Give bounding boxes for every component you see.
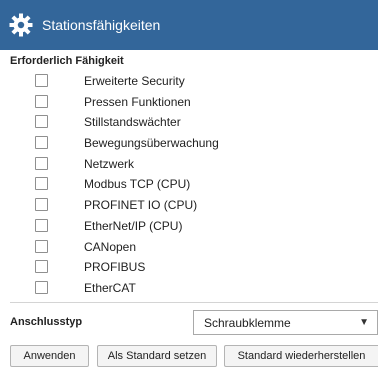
capability-row[interactable]: CANopen [0, 237, 378, 258]
gear-icon [9, 13, 33, 37]
capability-checkbox[interactable] [35, 198, 48, 212]
capability-label: EtherCAT [84, 280, 136, 295]
capability-row[interactable]: Pressen Funktionen [0, 92, 378, 113]
restore-default-button[interactable]: Standard wiederherstellen [224, 345, 378, 367]
terminal-type-value: Schraubklemme [204, 316, 291, 330]
capability-checkbox[interactable] [35, 136, 48, 150]
apply-button[interactable]: Anwenden [10, 345, 89, 367]
capability-checkbox[interactable] [35, 260, 48, 274]
set-default-button[interactable]: Als Standard setzen [97, 345, 217, 367]
dialog-title: Stationsfähigkeiten [42, 17, 161, 33]
triangle-down-icon: ▼ [359, 317, 369, 328]
capability-label: PROFINET IO (CPU) [84, 198, 198, 213]
capability-checkbox[interactable] [35, 156, 48, 170]
capability-label: Stillstandswächter [84, 115, 181, 130]
terminal-type-label: Anschlusstyp [10, 316, 83, 328]
capabilities-list: Erweiterte Security Pressen Funktionen Sti… [0, 71, 378, 299]
capability-row[interactable]: Stillstandswächter [0, 112, 378, 133]
dialog-header: Stationsfähigkeiten [0, 0, 378, 50]
capability-row[interactable]: EtherCAT [0, 278, 378, 299]
capability-row[interactable]: Netzwerk [0, 154, 378, 175]
divider [10, 302, 378, 303]
capability-checkbox[interactable] [35, 218, 48, 232]
capability-checkbox[interactable] [35, 94, 48, 108]
capability-row[interactable]: Bewegungsüberwachung [0, 133, 378, 154]
capability-row[interactable]: PROFINET IO (CPU) [0, 195, 378, 216]
capability-row[interactable]: Erweiterte Security [0, 71, 378, 92]
capability-label: Netzwerk [84, 156, 135, 171]
capability-label: Modbus TCP (CPU) [84, 177, 191, 192]
terminal-type-select[interactable]: Schraubklemme ▼ [193, 310, 378, 335]
capability-checkbox[interactable] [35, 177, 48, 191]
capability-label: Bewegungsüberwachung [84, 136, 219, 151]
capability-label: Erweiterte Security [84, 74, 185, 88]
capability-row[interactable]: PROFIBUS [0, 257, 378, 278]
capability-checkbox[interactable] [35, 115, 48, 129]
capability-label: EtherNet/IP (CPU) [84, 218, 183, 233]
capability-checkbox[interactable] [35, 74, 48, 87]
capability-checkbox[interactable] [35, 280, 48, 294]
capabilities-heading: Erforderlich Fähigkeit [10, 55, 124, 67]
capability-label: PROFIBUS [84, 260, 146, 275]
capability-row[interactable]: EtherNet/IP (CPU) [0, 216, 378, 237]
capability-row[interactable]: Modbus TCP (CPU) [0, 174, 378, 195]
capability-checkbox[interactable] [35, 239, 48, 253]
capability-label: Pressen Funktionen [84, 94, 191, 109]
capability-label: CANopen [84, 239, 137, 254]
